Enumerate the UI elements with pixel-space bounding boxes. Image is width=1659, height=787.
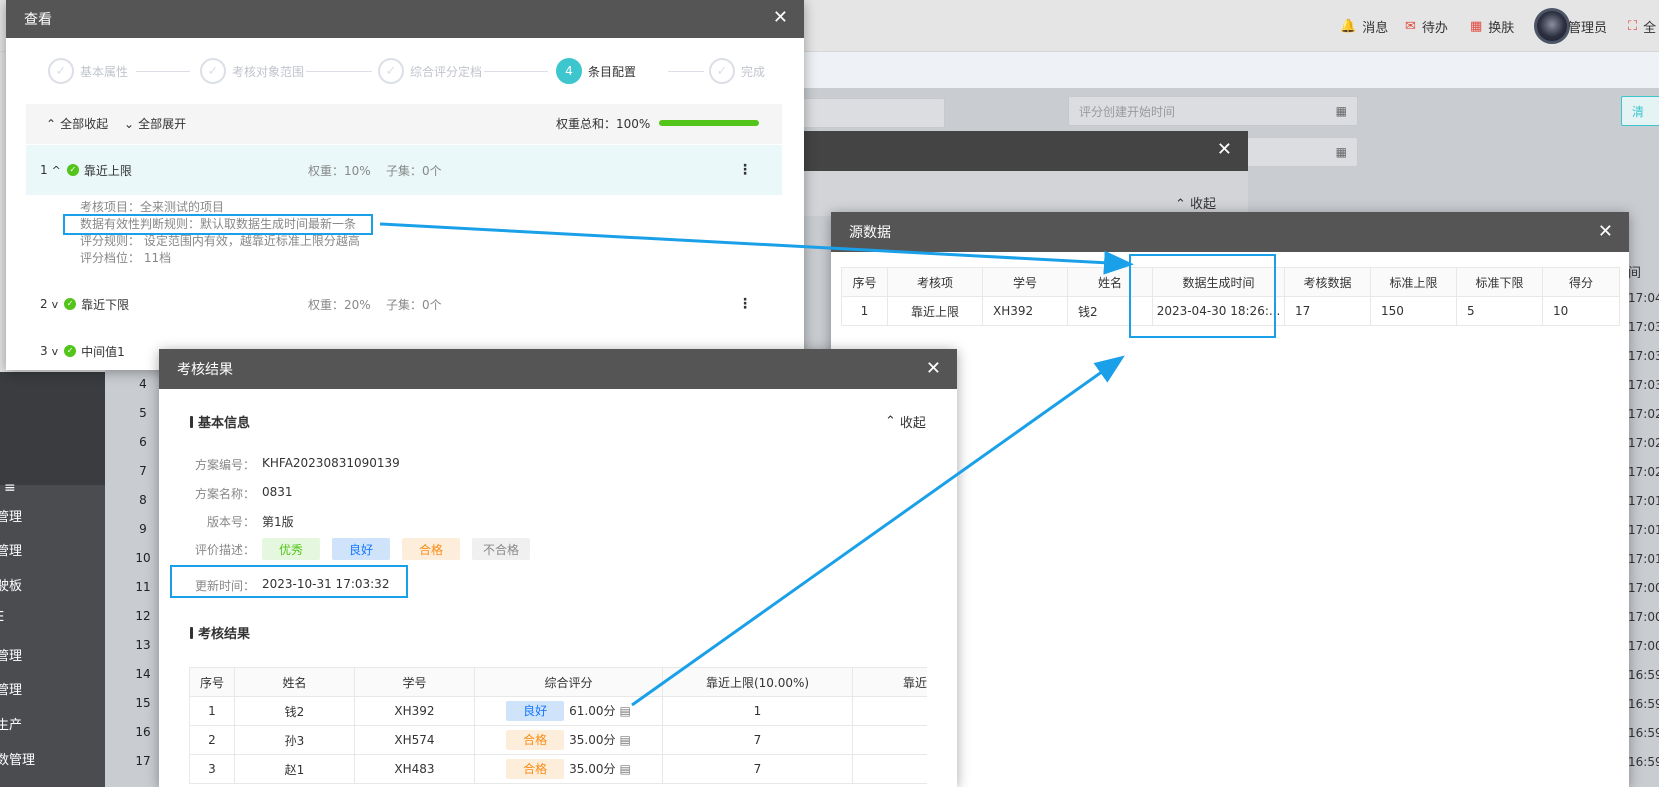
annotation-arrows bbox=[379, 222, 1134, 707]
arrow-rule-to-source bbox=[379, 222, 1134, 275]
arrow-score-to-source bbox=[631, 355, 1125, 707]
